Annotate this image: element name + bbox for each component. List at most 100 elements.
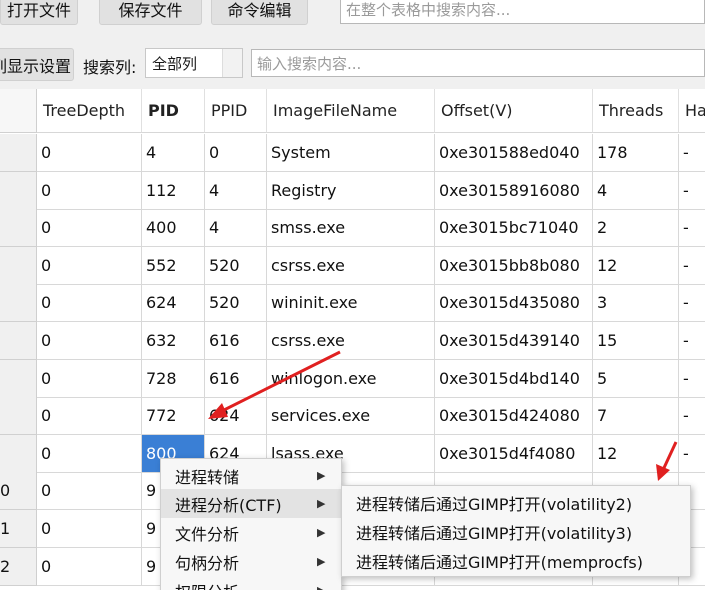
table-cell[interactable]: 520: [205, 284, 267, 322]
menu-item-process-analysis-ctf[interactable]: 进程分析(CTF) ▶: [161, 489, 341, 518]
table-cell[interactable]: 0: [37, 209, 142, 247]
table-cell[interactable]: -: [679, 134, 705, 172]
menu-item-file-analysis[interactable]: 文件分析 ▶: [161, 518, 341, 547]
row-header[interactable]: [0, 284, 37, 322]
table-cell[interactable]: 0: [37, 172, 142, 210]
table-cell[interactable]: 4: [142, 134, 205, 172]
table-cell[interactable]: Registry: [267, 172, 435, 210]
table-cell[interactable]: services.exe: [267, 397, 435, 435]
col-header-offset[interactable]: Offset(V): [435, 89, 593, 133]
table-cell[interactable]: -: [679, 435, 705, 473]
table-cell[interactable]: 520: [205, 247, 267, 285]
table-cell[interactable]: 616: [205, 322, 267, 360]
row-header[interactable]: 2: [0, 548, 37, 586]
menu-item-label: 进程分析(CTF): [175, 495, 282, 515]
table-cell[interactable]: 728: [142, 360, 205, 398]
table-cell[interactable]: 0: [37, 510, 142, 548]
row-header[interactable]: [0, 247, 37, 285]
command-edit-button[interactable]: 命令编辑: [211, 0, 308, 25]
table-cell[interactable]: 400: [142, 209, 205, 247]
row-header[interactable]: 0: [0, 472, 37, 510]
table-cell[interactable]: 552: [142, 247, 205, 285]
submenu-item-gimp-memprocfs[interactable]: 进程转储后通过GIMP打开(memprocfs): [342, 546, 690, 575]
row-header[interactable]: [0, 435, 37, 473]
table-cell[interactable]: 0: [37, 284, 142, 322]
table-cell[interactable]: csrss.exe: [267, 322, 435, 360]
table-cell[interactable]: 3: [593, 284, 679, 322]
table-cell[interactable]: 4: [205, 209, 267, 247]
table-cell[interactable]: 772: [142, 397, 205, 435]
table-cell[interactable]: -: [679, 360, 705, 398]
table-cell[interactable]: 0xe3015bc71040: [435, 209, 593, 247]
table-cell[interactable]: 12: [593, 247, 679, 285]
col-header-treedepth[interactable]: TreeDepth: [37, 89, 142, 133]
menu-item-privilege-analysis[interactable]: 权限分析 ▶: [161, 576, 341, 590]
column-search-input[interactable]: 输入搜索内容...: [251, 49, 705, 77]
col-header-imagefilename[interactable]: ImageFileName: [267, 89, 435, 133]
table-cell[interactable]: 2: [593, 209, 679, 247]
table-cell[interactable]: 0xe3015d4f4080: [435, 435, 593, 473]
table-cell[interactable]: 0xe301588ed040: [435, 134, 593, 172]
table-cell[interactable]: 5: [593, 360, 679, 398]
col-header-ppid[interactable]: PPID: [205, 89, 267, 133]
table-cell[interactable]: -: [679, 322, 705, 360]
menu-item-process-dump[interactable]: 进程转储 ▶: [161, 461, 341, 490]
table-cell[interactable]: 0: [37, 360, 142, 398]
table-cell[interactable]: 0: [37, 134, 142, 172]
menu-item-handle-analysis[interactable]: 句柄分析 ▶: [161, 547, 341, 576]
open-file-button[interactable]: 打开文件: [0, 0, 78, 25]
col-header-pid[interactable]: PID: [142, 89, 205, 133]
table-cell[interactable]: wininit.exe: [267, 284, 435, 322]
table-cell[interactable]: 0: [37, 548, 142, 586]
table-cell[interactable]: 0xe3015d424080: [435, 397, 593, 435]
chevron-right-icon: ▶: [317, 469, 326, 482]
row-header[interactable]: [0, 134, 37, 172]
row-header[interactable]: [0, 360, 37, 398]
table-cell[interactable]: winlogon.exe: [267, 360, 435, 398]
global-search-input[interactable]: 在整个表格中搜索内容...: [340, 0, 705, 24]
table-cell[interactable]: smss.exe: [267, 209, 435, 247]
table-cell[interactable]: 4: [205, 172, 267, 210]
table-cell[interactable]: 0xe3015d435080: [435, 284, 593, 322]
submenu-item-gimp-volatility2[interactable]: 进程转储后通过GIMP打开(volatility2): [342, 488, 690, 517]
table-cell[interactable]: 7: [593, 397, 679, 435]
table-cell[interactable]: 0: [37, 247, 142, 285]
table-cell[interactable]: 0: [37, 397, 142, 435]
table-cell[interactable]: 0: [37, 435, 142, 473]
table-cell[interactable]: -: [679, 209, 705, 247]
table-cell[interactable]: 0xe30158916080: [435, 172, 593, 210]
table-cell[interactable]: -: [679, 172, 705, 210]
table-cell[interactable]: 616: [205, 360, 267, 398]
row-header[interactable]: 1: [0, 510, 37, 548]
table-cell[interactable]: 0xe3015bb8b080: [435, 247, 593, 285]
table-cell[interactable]: 0: [37, 472, 142, 510]
table-cell[interactable]: 0xe3015d439140: [435, 322, 593, 360]
table-cell[interactable]: 632: [142, 322, 205, 360]
table-cell[interactable]: csrss.exe: [267, 247, 435, 285]
save-file-button[interactable]: 保存文件: [99, 0, 202, 25]
table-cell[interactable]: -: [679, 397, 705, 435]
table-cell[interactable]: -: [679, 284, 705, 322]
table-cell[interactable]: 12: [593, 435, 679, 473]
search-column-select[interactable]: 全部列: [145, 48, 243, 78]
table-cell[interactable]: 178: [593, 134, 679, 172]
row-header[interactable]: [0, 397, 37, 435]
table-cell[interactable]: 624: [142, 284, 205, 322]
submenu-item-gimp-volatility3[interactable]: 进程转储后通过GIMP打开(volatility3): [342, 517, 690, 546]
row-header[interactable]: [0, 209, 37, 247]
row-header[interactable]: [0, 172, 37, 210]
table-cell[interactable]: 0: [37, 322, 142, 360]
table-cell[interactable]: 0: [205, 134, 267, 172]
column-display-settings-button[interactable]: 列显示设置: [0, 48, 74, 81]
table-cell[interactable]: System: [267, 134, 435, 172]
row-header[interactable]: [0, 322, 37, 360]
menu-item-label: 进程转储后通过GIMP打开(memprocfs): [356, 552, 644, 572]
col-header-ha[interactable]: Ha: [679, 89, 705, 133]
table-cell[interactable]: -: [679, 247, 705, 285]
col-header-threads[interactable]: Threads: [593, 89, 679, 133]
table-cell[interactable]: 4: [593, 172, 679, 210]
table-cell[interactable]: 624: [205, 397, 267, 435]
table-cell[interactable]: 0xe3015d4bd140: [435, 360, 593, 398]
table-cell[interactable]: 112: [142, 172, 205, 210]
table-cell[interactable]: 15: [593, 322, 679, 360]
